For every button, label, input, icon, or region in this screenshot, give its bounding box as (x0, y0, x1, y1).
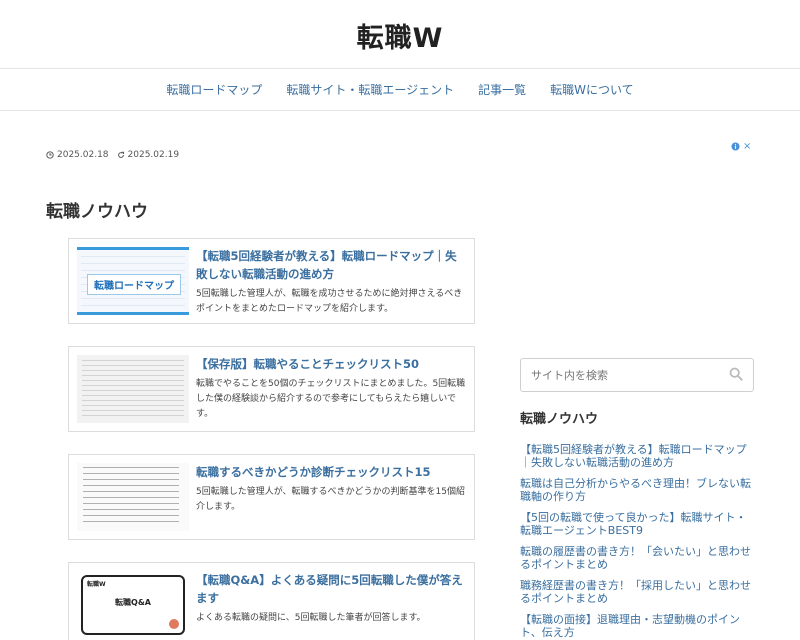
card-title[interactable]: 【転職5回経験者が教える】転職ロードマップ｜失敗しない転職活動の進め方 (196, 247, 466, 283)
refresh-icon (117, 151, 124, 158)
sidebar-link[interactable]: 【転職の面接】退職理由・志望動機のポイント、伝え方 (520, 613, 754, 639)
thumbnail-brand: 転職W (87, 581, 106, 588)
avatar (169, 619, 179, 629)
article-card-roadmap[interactable]: 転職ロードマップ 【転職5回経験者が教える】転職ロードマップ｜失敗しない転職活動… (68, 238, 475, 324)
post-dates: 2025.02.18 2025.02.19 (46, 150, 476, 160)
thumbnail-label: 転職ロードマップ (87, 274, 181, 295)
card-thumbnail: 転職W 転職Q&A (77, 571, 189, 639)
card-body: 転職するべきかどうか診断チェックリスト15 5回転職した管理人が、転職するべきか… (196, 463, 466, 531)
nav-item-roadmap[interactable]: 転職ロードマップ (165, 81, 263, 98)
sidebar-link[interactable]: 転職は自己分析からやるべき理由！ブレない転職軸の作り方 (520, 477, 754, 503)
article-card-checklist50[interactable]: 【保存版】転職やることチェックリスト50 転職でやることを50個のチェックリスト… (68, 346, 475, 432)
card-thumbnail (77, 463, 189, 531)
card-body: 【転職5回経験者が教える】転職ロードマップ｜失敗しない転職活動の進め方 5回転職… (196, 247, 466, 315)
published-date-text: 2025.02.18 (57, 150, 109, 160)
sidebar-heading: 転職ノウハウ (520, 412, 599, 427)
published-date: 2025.02.18 (46, 150, 109, 160)
nav-item-agents[interactable]: 転職サイト・転職エージェント (285, 81, 455, 98)
sidebar-link[interactable]: 職務経歴書の書き方！「採用したい」と思わせるポイントまとめ (520, 579, 754, 605)
site-header: 転職W (0, 0, 800, 69)
card-body: 【保存版】転職やることチェックリスト50 転職でやることを50個のチェックリスト… (196, 355, 466, 423)
nav-item-articles[interactable]: 記事一覧 (477, 81, 527, 98)
ad-choices[interactable]: × (731, 141, 751, 152)
card-title[interactable]: 転職するべきかどうか診断チェックリスト15 (196, 463, 466, 481)
clock-icon (46, 151, 54, 159)
card-title[interactable]: 【転職Q&A】よくある疑問に5回転職した僕が答えます (196, 571, 466, 607)
card-description: 5回転職した管理人が、転職を成功させるために絶対押さえるべきポイントをまとめたロ… (196, 289, 463, 314)
sidebar-links: 【転職5回経験者が教える】転職ロードマップ｜失敗しない転職活動の進め方 転職は自… (520, 443, 754, 639)
card-thumbnail (77, 355, 189, 423)
updated-date-text: 2025.02.19 (127, 150, 180, 160)
card-title[interactable]: 【保存版】転職やることチェックリスト50 (196, 355, 466, 373)
main-content: 2025.02.18 2025.02.19 転職ノウハウ (46, 150, 476, 222)
sidebar-link[interactable]: 転職の履歴書の書き方！「会いたい」と思わせるポイントまとめ (520, 545, 754, 571)
card-description: 5回転職した管理人が、転職するべきかどうかの判断基準を15個紹介します。 (196, 487, 465, 512)
article-card-checklist15[interactable]: 転職するべきかどうか診断チェックリスト15 5回転職した管理人が、転職するべきか… (68, 454, 475, 540)
search-icon[interactable] (729, 366, 743, 385)
sidebar-link[interactable]: 【転職5回経験者が教える】転職ロードマップ｜失敗しない転職活動の進め方 (520, 443, 754, 469)
global-nav: 転職ロードマップ 転職サイト・転職エージェント 記事一覧 転職Wについて (0, 69, 800, 111)
page-title: 転職ノウハウ (46, 202, 148, 222)
article-card-qa[interactable]: 転職W 転職Q&A 【転職Q&A】よくある疑問に5回転職した僕が答えます よくあ… (68, 562, 475, 640)
sidebar-link[interactable]: 【5回の転職で使って良かった】転職サイト・転職エージェントBEST9 (520, 511, 754, 537)
search-input[interactable] (531, 368, 729, 382)
sidebar: 転職ノウハウ 【転職5回経験者が教える】転職ロードマップ｜失敗しない転職活動の進… (520, 358, 754, 640)
card-thumbnail: 転職ロードマップ (77, 247, 189, 315)
info-icon (731, 142, 740, 151)
nav-item-about[interactable]: 転職Wについて (549, 81, 635, 98)
card-description: よくある転職の疑問に、5回転職した筆者が回答します。 (196, 613, 426, 623)
card-description: 転職でやることを50個のチェックリストにまとめました。5回転職した僕の経験談から… (196, 379, 466, 419)
updated-date: 2025.02.19 (117, 150, 180, 160)
site-title[interactable]: 転職W (357, 16, 444, 55)
search-box (520, 358, 754, 392)
card-body: 【転職Q&A】よくある疑問に5回転職した僕が答えます よくある転職の疑問に、5回… (196, 571, 466, 639)
ad-close-icon[interactable]: × (743, 141, 751, 152)
thumbnail-label: 転職Q&A (115, 598, 151, 607)
